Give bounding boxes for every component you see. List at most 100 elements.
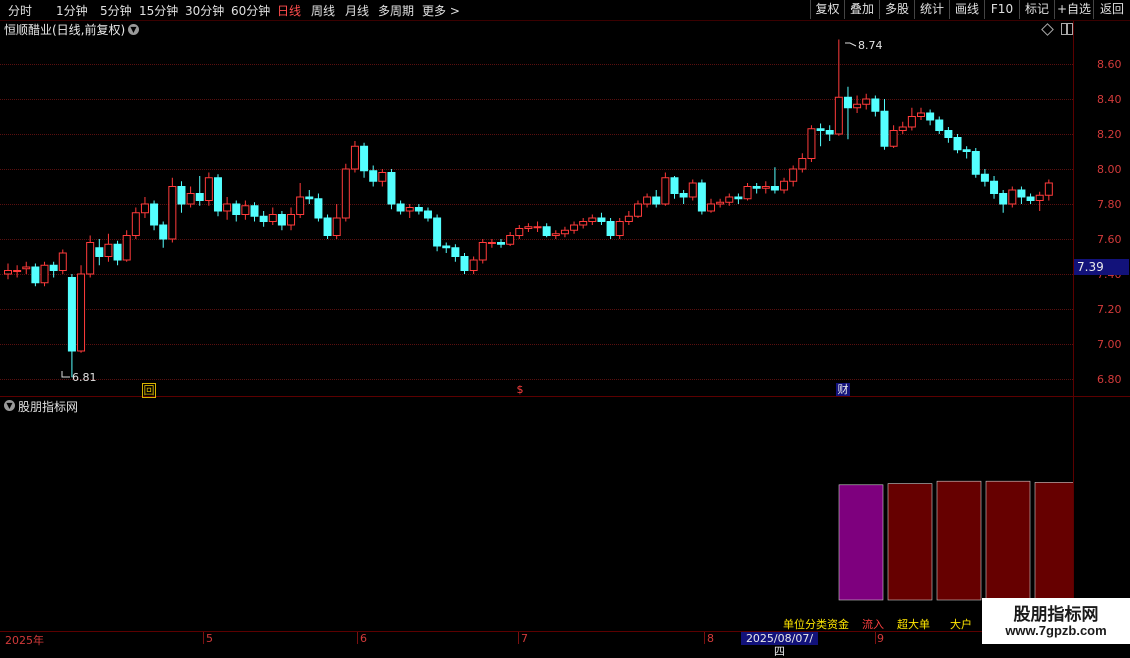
candle-body [49,264,58,271]
candle-body [423,210,432,219]
price-tick-label: 7.20 [1097,303,1122,316]
candle-body [670,177,679,194]
period-tab-15min[interactable]: 15分钟 [139,2,178,19]
price-tick-label: 7.00 [1097,338,1122,351]
indicator-bar-chart [838,480,1073,601]
legend-super-large-order: 超大单 [897,618,930,631]
candle-body [122,235,131,261]
candle-body [926,112,935,121]
period-tab-60min[interactable]: 60分钟 [231,2,270,19]
date-tick [875,632,876,644]
candle-body [752,186,761,189]
candle-body [296,196,305,215]
indicator-bar [936,480,982,601]
candle-body [506,235,515,245]
add-favorite-button[interactable]: +自选 [1054,0,1093,19]
draw-line-button[interactable]: 画线 [949,0,984,19]
candle-body [770,186,779,191]
watermark-logo: 股朋指标网 www.7gpzb.com [982,598,1130,644]
candle-body [734,196,743,200]
candle-body [990,180,999,194]
period-toolbar: 分时 1分钟 5分钟 15分钟 30分钟 60分钟 日线 周线 月线 多周期 更… [0,0,1130,21]
period-tab-more[interactable]: 更多 > [422,2,460,19]
candle-body [159,224,168,240]
candle-body [487,242,496,244]
candle-body [643,196,652,205]
candle-body [688,182,697,198]
candle-body [378,172,387,182]
date-tick [203,632,204,644]
candle-body [204,177,213,201]
candle-body [953,137,962,151]
candle-body [725,196,734,203]
candle-body [907,116,916,128]
candle-body [332,217,341,236]
candle-body [1008,189,1017,205]
candlestick-chart[interactable] [0,21,1073,396]
candle-body [95,247,104,257]
mark-button[interactable]: 标记 [1019,0,1054,19]
financial-report-marker[interactable]: 财 [836,383,850,396]
watermark-url: www.7gpzb.com [1005,623,1107,638]
overlay-button[interactable]: 叠加 [844,0,879,19]
candle-body [944,130,953,138]
candle-body [186,193,195,205]
candle-body [971,151,980,175]
candle-body [177,186,186,205]
candle-body [789,168,798,182]
statistics-button[interactable]: 统计 [914,0,949,19]
candle-body [350,145,359,170]
period-tab-5min[interactable]: 5分钟 [100,2,132,19]
high-price-annotation: 8.74 [858,39,883,52]
date-label-may: 5 [206,632,213,645]
indicator-bar [887,483,933,601]
candle-body [223,203,232,212]
candle-body [880,110,889,147]
candle-body [889,130,898,147]
period-tab-30min[interactable]: 30分钟 [185,2,224,19]
multi-stock-button[interactable]: 多股 [879,0,914,19]
candle-body [935,119,944,131]
candle-body [104,243,113,257]
candle-body [661,177,670,205]
dividend-marker[interactable]: $ [515,383,525,396]
period-tab-timeshare[interactable]: 分时 [8,2,32,19]
candle-body [360,145,369,172]
date-tick [704,632,705,644]
candle-body [86,242,95,275]
candle-body [131,212,140,236]
candle-body [633,203,642,217]
candle-body [469,259,478,271]
period-tab-weekly[interactable]: 周线 [311,2,335,19]
period-tab-monthly[interactable]: 月线 [345,2,369,19]
candle-body [414,207,423,212]
legend-inflow: 流入 [862,618,884,631]
adjust-price-button[interactable]: 复权 [810,0,844,19]
f10-button[interactable]: F10 [984,0,1019,19]
candle-body [871,98,880,112]
back-button[interactable]: 返回 [1093,0,1130,19]
date-label-june: 6 [360,632,367,645]
period-tab-1min[interactable]: 1分钟 [56,2,88,19]
legend-unit-capital: 单位分类资金 [783,618,849,631]
period-tab-multi[interactable]: 多周期 [378,2,414,19]
candle-body [168,186,177,240]
candle-body [77,273,86,352]
period-tab-daily[interactable]: 日线 [277,2,301,19]
candle-body [451,247,460,257]
candle-body [862,98,871,105]
candle-body [259,215,268,222]
candle-body [387,172,396,205]
candle-body [560,229,569,235]
candle-body [40,264,49,284]
candle-body [524,226,533,229]
candle-body [515,228,524,236]
candle-body [58,252,67,271]
candle-body [624,215,633,222]
date-label-september: 9 [877,632,884,645]
candle-body [305,196,314,200]
replay-marker[interactable]: 回 [142,383,156,398]
candle-body [250,205,259,217]
candle-body [816,128,825,131]
candle-body [697,182,706,212]
